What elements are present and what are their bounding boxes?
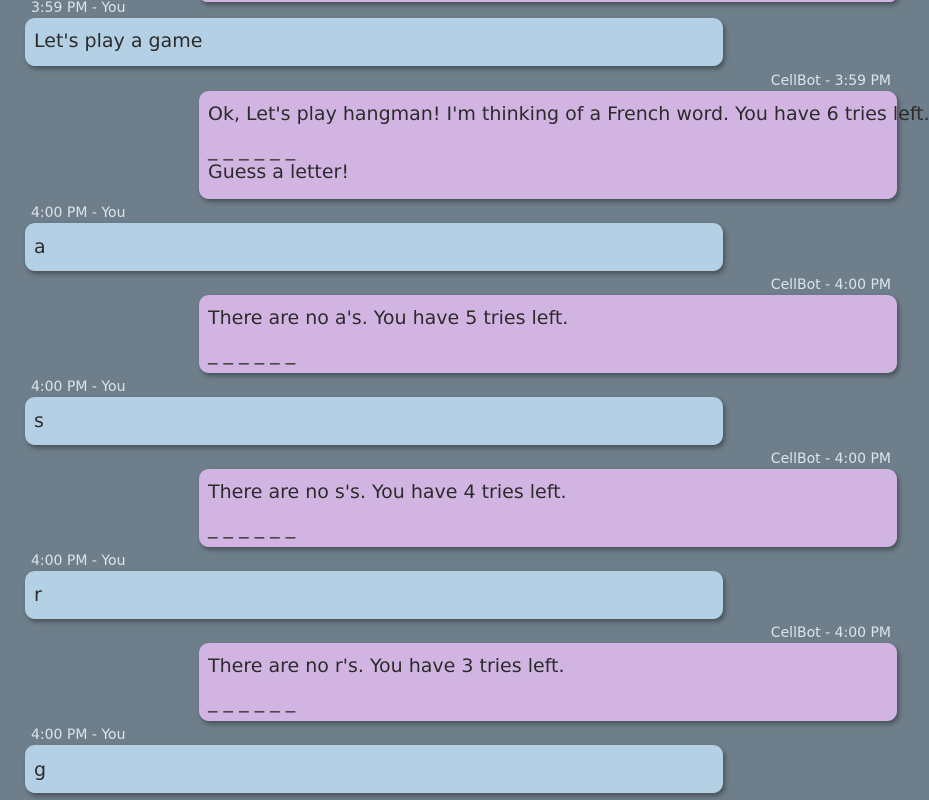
message-meta: 4:00 PM - You [31,205,126,221]
user-bubble[interactable]: a [25,223,723,271]
message-meta: CellBot - 4:00 PM [770,451,891,467]
chat-transcript: 3:59 PM - You Let's play a game CellBot … [0,0,929,800]
user-message: 3:59 PM - You Let's play a game [25,0,723,66]
message-meta: CellBot - 4:00 PM [770,277,891,293]
word-blanks: _ _ _ _ _ _ [208,691,296,713]
user-bubble[interactable]: g [25,745,723,793]
user-bubble[interactable]: s [25,397,723,445]
bot-message: CellBot - 4:00 PM There are no a's. You … [199,277,897,373]
message-meta: 4:00 PM - You [31,553,126,569]
message-meta: CellBot - 4:00 PM [770,625,891,641]
user-message: 4:00 PM - You g [25,727,723,793]
word-blanks: _ _ _ _ _ _ [208,517,296,539]
message-meta: CellBot - 3:59 PM [770,73,891,89]
bot-bubble[interactable]: There are no r's. You have 3 tries left.… [199,643,897,721]
message-text: r [34,584,42,606]
message-text: s [34,410,44,432]
user-message: 4:00 PM - You s [25,379,723,445]
message-text: There are no a's. You have 5 tries left. [208,307,569,329]
user-bubble[interactable]: r [25,571,723,619]
message-text: Let's play a game [34,30,203,52]
bot-bubble[interactable]: There are no s's. You have 4 tries left.… [199,469,897,547]
bot-message: CellBot - 4:00 PM There are no s's. You … [199,451,897,547]
word-blanks: _ _ _ _ _ _ [208,343,296,365]
user-bubble[interactable]: Let's play a game [25,18,723,66]
bot-message: CellBot - 3:59 PM Ok, Let's play hangman… [199,73,929,199]
message-meta: 3:59 PM - You [31,0,126,16]
message-text: a [34,236,46,258]
guess-prompt: Guess a letter! [208,161,349,183]
bot-message: CellBot - 4:00 PM There are no r's. You … [199,625,897,721]
bot-bubble[interactable]: There are no a's. You have 5 tries left.… [199,295,897,373]
bot-bubble[interactable]: Ok, Let's play hangman! I'm thinking of … [199,91,929,199]
message-meta: 4:00 PM - You [31,727,126,743]
message-text: Ok, Let's play hangman! I'm thinking of … [208,103,929,125]
message-meta: 4:00 PM - You [31,379,126,395]
message-text: g [34,759,47,781]
word-blanks: _ _ _ _ _ _ [208,139,296,161]
message-text: There are no s's. You have 4 tries left. [208,481,567,503]
message-text: There are no r's. You have 3 tries left. [208,655,565,677]
user-message: 4:00 PM - You r [25,553,723,619]
user-message: 4:00 PM - You a [25,205,723,271]
